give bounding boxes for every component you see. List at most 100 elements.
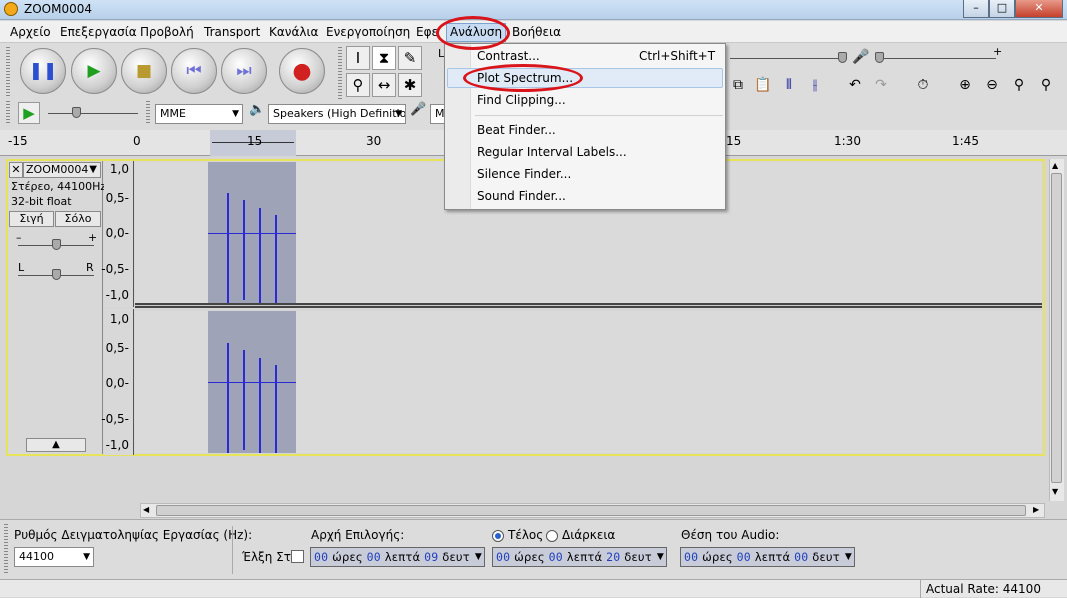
time-shift-tool[interactable]: ↔ — [372, 73, 396, 97]
waveform-peak — [275, 215, 277, 303]
maximize-button[interactable]: □ — [989, 0, 1015, 18]
paste-icon[interactable]: 📋 — [751, 73, 775, 97]
close-button[interactable]: ✕ — [1015, 0, 1063, 18]
length-radio[interactable] — [546, 530, 558, 542]
menu-generate[interactable]: Ενεργοποίηση — [326, 25, 410, 41]
audio-position-time[interactable]: 00 ώρες 00 λεπτά 00 δευτ ▼ — [680, 547, 855, 567]
mute-button[interactable]: Σιγή — [9, 211, 54, 227]
pause-button[interactable]: ❚❚ — [20, 48, 66, 94]
minimize-button[interactable]: – — [963, 0, 989, 18]
zoom-tool[interactable]: ⚲ — [346, 73, 370, 97]
menu-view[interactable]: Προβολή — [140, 25, 194, 41]
asterisk-icon: ✱ — [403, 76, 417, 94]
audio-host-select[interactable]: MME ▼ — [155, 104, 243, 124]
menu-item-beat-finder[interactable]: Beat Finder... — [477, 123, 556, 137]
selection-start-label: Αρχή Επιλογής: — [311, 528, 405, 542]
multi-tool[interactable]: ✱ — [398, 73, 422, 97]
ibeam-icon: I — [355, 49, 361, 67]
menu-item-silence-finder[interactable]: Silence Finder... — [477, 167, 571, 181]
envelope-icon: ⧗ — [378, 49, 390, 67]
menu-effect[interactable]: Εφε — [416, 25, 438, 41]
play-button[interactable]: ▶ — [71, 48, 117, 94]
horizontal-scrollbar[interactable]: ◀ ▶ — [140, 503, 1045, 518]
pause-icon: ❚❚ — [28, 61, 58, 81]
track-name-menu[interactable]: ZOOM0004 ▼ — [23, 162, 101, 178]
scroll-up-icon[interactable]: ▲ — [1052, 161, 1058, 170]
magnifier-icon: ⚲ — [352, 76, 364, 94]
end-radio[interactable] — [492, 530, 504, 542]
vertical-scrollbar[interactable]: ▲ ▼ — [1049, 159, 1064, 501]
recording-volume-knob[interactable] — [875, 52, 884, 63]
ruler-tick: 30 — [366, 134, 382, 148]
output-device-select[interactable]: Speakers (High Definitio ▼ — [268, 104, 406, 124]
selection-toolbar: Ρυθμός Δειγματοληψίας Εργασίας (Hz): 441… — [0, 519, 1067, 579]
track-close-button[interactable]: ✕ — [9, 162, 23, 178]
horizontal-scroll-thumb[interactable] — [156, 505, 1026, 516]
scale-label: 1,0 — [109, 312, 129, 326]
skip-start-button[interactable]: ⏮ — [171, 48, 217, 94]
play-at-speed-button[interactable]: ▶ — [18, 102, 40, 124]
speaker-icon: 🔈 — [249, 102, 266, 117]
device-grip[interactable] — [146, 101, 150, 125]
menu-item-regular-interval-labels[interactable]: Regular Interval Labels... — [477, 145, 627, 159]
selection-end-time[interactable]: 00 ώρες 00 λεπτά 20 δευτ ▼ — [492, 547, 667, 567]
scroll-left-icon[interactable]: ◀ — [143, 505, 149, 514]
fit-project-icon[interactable]: ⚲ — [1034, 73, 1058, 97]
waveform-baseline — [208, 233, 296, 234]
record-button[interactable]: ● — [279, 48, 325, 94]
end-radio-label: Τέλος — [508, 528, 544, 542]
zoom-in-icon[interactable]: ⊕ — [953, 73, 977, 97]
speed-slider[interactable] — [48, 113, 138, 114]
track-control-panel: ✕ ZOOM0004 ▼ Στέρεο, 44100Hz 32-bit float… — [8, 161, 106, 454]
contrast-shortcut: Ctrl+Shift+T — [639, 49, 716, 63]
copy-icon[interactable]: ⧉ — [726, 73, 750, 97]
envelope-tool[interactable]: ⧗ — [372, 46, 396, 70]
vertical-scroll-thumb[interactable] — [1051, 173, 1062, 483]
ruler-tick: 15 — [247, 134, 263, 148]
zoom-out-icon[interactable]: ⊖ — [980, 73, 1004, 97]
playback-volume-knob[interactable] — [838, 52, 847, 63]
scale-label: 0,5- — [105, 341, 129, 355]
menu-item-contrast[interactable]: Contrast... — [477, 49, 540, 63]
gain-plus-label: + — [88, 231, 98, 244]
stop-button[interactable]: ■ — [121, 48, 167, 94]
recording-volume-slider[interactable] — [884, 58, 996, 59]
undo-icon[interactable]: ↶ — [843, 73, 867, 97]
menu-tracks[interactable]: Κανάλια — [269, 25, 318, 41]
skip-end-button[interactable]: ⏭ — [221, 48, 267, 94]
length-radio-label: Διάρκεια — [562, 528, 616, 542]
project-rate-select[interactable]: 44100 ▼ — [14, 547, 94, 567]
toolbar-grip[interactable] — [6, 47, 10, 97]
pan-knob[interactable] — [52, 269, 61, 280]
scale-label: 0,0- — [105, 376, 129, 390]
menu-help[interactable]: Βοήθεια — [512, 25, 561, 41]
menu-item-find-clipping[interactable]: Find Clipping... — [477, 93, 566, 107]
collapse-track-button[interactable]: ▲ — [26, 438, 86, 452]
title-bar: ZOOM0004 – □ ✕ — [0, 0, 1067, 20]
snap-to-checkbox[interactable] — [291, 550, 304, 563]
redo-icon[interactable]: ↷ — [869, 73, 893, 97]
stop-icon: ■ — [135, 61, 153, 81]
draw-tool[interactable]: ✎ — [398, 46, 422, 70]
trim-icon[interactable]: ⫴ — [777, 73, 801, 97]
speed-knob[interactable] — [72, 107, 81, 118]
solo-button[interactable]: Σόλο — [55, 211, 101, 227]
scroll-right-icon[interactable]: ▶ — [1033, 505, 1039, 514]
pencil-icon: ✎ — [403, 49, 417, 67]
menu-transport[interactable]: Transport — [204, 25, 260, 41]
selection-tool[interactable]: I — [346, 46, 370, 70]
sync-lock-icon[interactable]: ⏱ — [911, 73, 935, 97]
tools-grip[interactable] — [338, 47, 342, 99]
selection-start-time[interactable]: 00 ώρες 00 λεπτά 09 δευτ ▼ — [310, 547, 485, 567]
speed-grip[interactable] — [6, 101, 10, 125]
menu-edit[interactable]: Επεξεργασία — [60, 25, 137, 41]
playback-volume-slider[interactable] — [730, 58, 840, 59]
silence-icon[interactable]: ⫲ — [803, 73, 827, 97]
gain-knob[interactable] — [52, 239, 61, 250]
menu-file[interactable]: Αρχείο — [10, 25, 51, 41]
menu-item-sound-finder[interactable]: Sound Finder... — [477, 189, 566, 203]
selection-toolbar-grip[interactable] — [4, 524, 8, 574]
scroll-down-icon[interactable]: ▼ — [1052, 487, 1058, 496]
fit-selection-icon[interactable]: ⚲ — [1007, 73, 1031, 97]
window-title: ZOOM0004 — [24, 2, 93, 16]
